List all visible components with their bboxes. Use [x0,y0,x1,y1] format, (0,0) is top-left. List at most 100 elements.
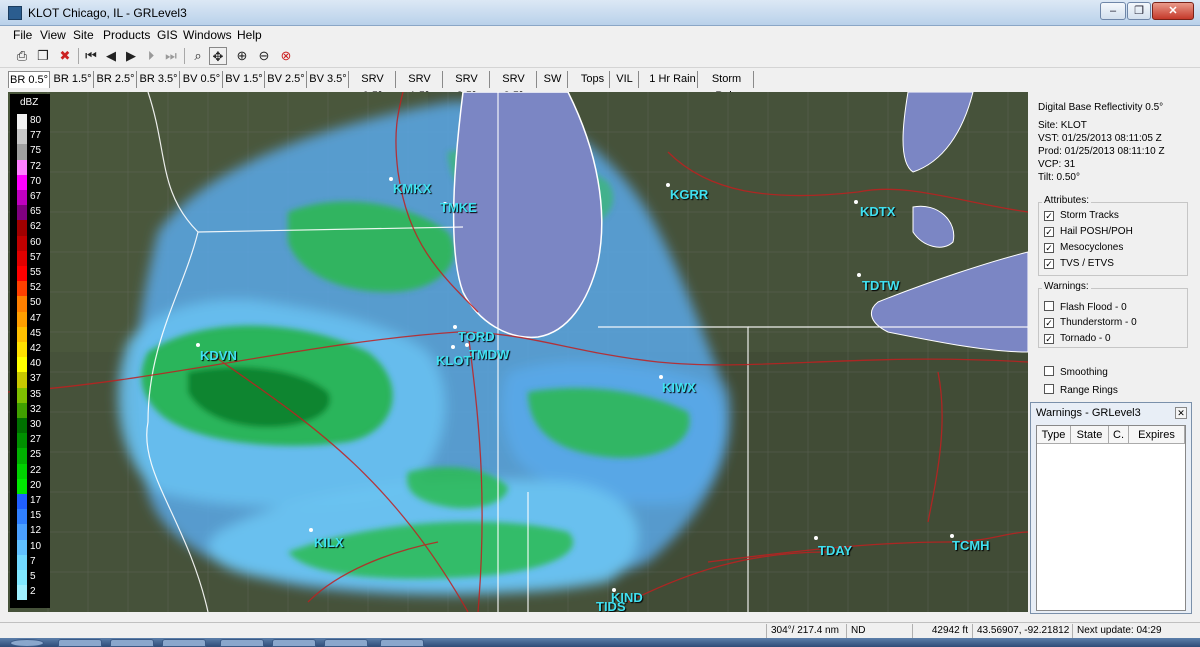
last-frame-icon[interactable]: ⏭ [162,47,180,65]
option-checkbox-label: Smoothing [1060,367,1108,378]
tab-srv-3-5[interactable]: SRV 3.5° [491,71,537,102]
warning-filter-checkbox-row[interactable]: Flash Flood - 0 [1044,301,1127,313]
site-label-kgrr[interactable]: KGRR [670,187,708,202]
option-checkbox-row[interactable]: Range Rings [1044,384,1118,396]
col-header-type[interactable]: Type [1037,426,1071,444]
tab-1-hr-rain[interactable]: 1 Hr Rain [648,71,698,88]
tab-br-0-5[interactable]: BR 0.5° [8,71,50,88]
previous-frame-icon[interactable]: ◀ [102,47,120,65]
site-label-klot[interactable]: KLOT [436,353,471,368]
menu-file[interactable]: File [13,28,32,42]
site-label-tord[interactable]: TORD [458,329,495,344]
warnings-table[interactable]: Type State C. Expires [1036,425,1186,611]
site-label-tdtw[interactable]: TDTW [862,278,900,293]
zoom-reset-icon[interactable]: ⊗ [277,47,295,65]
taskbar-button[interactable] [324,639,368,647]
site-label-kdtx[interactable]: KDTX [860,204,895,219]
checked-checkbox-icon[interactable]: ✓ [1044,211,1054,221]
tab-bv-1-5[interactable]: BV 1.5° [224,71,265,88]
warning-filter-checkbox-row[interactable]: ✓ Tornado - 0 [1044,333,1111,344]
start-button[interactable] [10,639,44,647]
maximize-button[interactable]: ❐ [1127,2,1151,20]
minimize-button[interactable]: – [1100,2,1126,20]
warnings-window-close-icon[interactable]: ✕ [1175,407,1187,419]
prod-time: Prod: 01/25/2013 08:11:10 Z [1038,146,1165,157]
site-label-kiwx[interactable]: KIWX [662,380,696,395]
vst-time: VST: 01/25/2013 08:11:05 Z [1038,133,1162,144]
site-label-tday[interactable]: TDAY [818,543,852,558]
attribute-checkbox-row[interactable]: ✓ Mesocyclones [1044,242,1123,253]
menu-help[interactable]: Help [237,28,262,42]
tab-br-2-5[interactable]: BR 2.5° [95,71,137,88]
attribute-checkbox-row[interactable]: ✓ Storm Tracks [1044,210,1119,221]
tab-br-1-5[interactable]: BR 1.5° [52,71,94,88]
first-frame-icon[interactable]: ⏮ [82,47,100,65]
close-button[interactable]: ✕ [1152,2,1194,20]
menu-products[interactable]: Products [103,28,150,42]
tab-bv-2-5[interactable]: BV 2.5° [266,71,307,88]
tab-tops[interactable]: Tops [576,71,610,88]
warning-filter-checkbox-row[interactable]: ✓ Thunderstorm - 0 [1044,317,1137,328]
option-checkbox-row[interactable]: Smoothing [1044,366,1108,378]
attribute-checkbox-row[interactable]: ✓ TVS / ETVS [1044,258,1114,269]
checked-checkbox-icon[interactable]: ✓ [1044,227,1054,237]
delete-icon[interactable]: ✖ [56,47,74,65]
scale-value-label: 45 [30,327,42,339]
site-label-tids[interactable]: TIDS [596,599,626,612]
scale-value-label: 22 [30,464,42,476]
zoom-out-icon[interactable]: ⊖ [255,47,273,65]
zoom-icon[interactable]: ⌕ [189,47,207,65]
taskbar-button[interactable] [272,639,316,647]
zoom-in-icon[interactable]: ⊕ [233,47,251,65]
radar-map[interactable]: KMKX TMKE KGRR KDTX TDTW TORD TMDW KLOT … [8,92,1028,612]
checked-checkbox-icon[interactable]: ✓ [1044,243,1054,253]
tab-bv-3-5[interactable]: BV 3.5° [308,71,349,88]
scale-color-swatch [17,554,27,570]
site-label-kilx[interactable]: KILX [314,535,344,550]
checked-checkbox-icon[interactable]: ✓ [1044,259,1054,269]
site-label-kdvn[interactable]: KDVN [200,348,237,363]
tab-bv-0-5[interactable]: BV 0.5° [181,71,223,88]
checked-checkbox-icon[interactable]: ✓ [1044,318,1054,328]
status-value: ND [846,624,912,638]
radar-map-canvas [8,92,1028,612]
taskbar-button[interactable] [380,639,424,647]
col-header-c[interactable]: C. [1109,426,1129,444]
tab-srv-1-5[interactable]: SRV 1.5° [397,71,443,102]
status-bearing: 304°/ 217.4 nm [766,624,846,638]
menu-gis[interactable]: GIS [157,28,178,42]
play-icon[interactable]: ▶ [122,47,140,65]
site-label-tmdw[interactable]: TMDW [469,347,509,362]
menu-view[interactable]: View [40,28,66,42]
tab-sw[interactable]: SW [538,71,568,88]
col-header-state[interactable]: State [1071,426,1109,444]
copy-icon[interactable]: ❐ [34,47,52,65]
print-icon[interactable]: ⎙ [13,47,31,65]
unchecked-checkbox-icon[interactable] [1044,301,1054,311]
site-label-tmke[interactable]: TMKE [440,200,477,215]
menu-windows[interactable]: Windows [183,28,232,42]
next-frame-icon[interactable]: ⏵ [142,47,160,65]
scale-color-swatch [17,129,27,145]
unchecked-checkbox-icon[interactable] [1044,384,1054,394]
checked-checkbox-icon[interactable]: ✓ [1044,334,1054,344]
scale-value-label: 40 [30,358,42,370]
site-label-kmkx[interactable]: KMKX [393,181,431,196]
tab-br-3-5[interactable]: BR 3.5° [138,71,180,88]
site-label-tcmh[interactable]: TCMH [952,538,990,553]
taskbar-button[interactable] [58,639,102,647]
attribute-checkbox-row[interactable]: ✓ Hail POSH/POH [1044,226,1133,237]
pan-icon[interactable]: ✥ [209,47,227,65]
taskbar-button[interactable] [110,639,154,647]
tab-srv-2-5[interactable]: SRV 2.5° [444,71,490,102]
tab-srv-0-5[interactable]: SRV 0.5° [350,71,396,102]
taskbar-button[interactable] [220,639,264,647]
tab-vil[interactable]: VIL [611,71,639,88]
menu-site[interactable]: Site [73,28,94,42]
taskbar-button[interactable] [162,639,206,647]
title-bar: KLOT Chicago, IL - GRLevel3 – ❐ ✕ [0,0,1200,26]
unchecked-checkbox-icon[interactable] [1044,366,1054,376]
tab-storm-rain[interactable]: Storm Rain [700,71,754,102]
col-header-expires[interactable]: Expires [1129,426,1185,444]
scale-color-swatch [17,159,27,175]
